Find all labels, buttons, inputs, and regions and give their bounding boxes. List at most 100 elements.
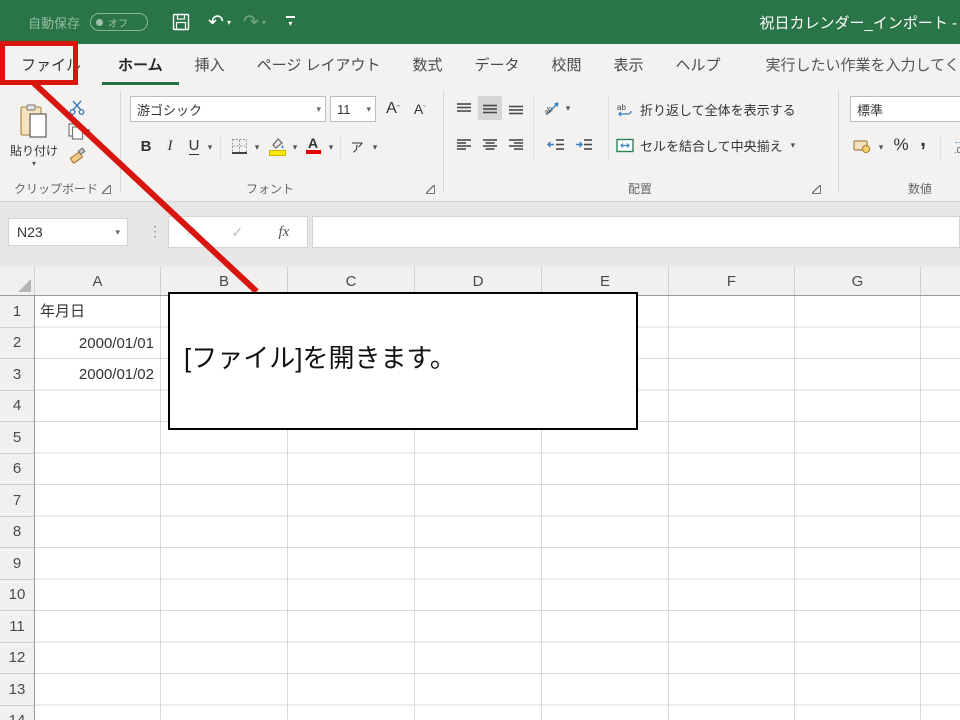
name-box[interactable]: N23 ▾ <box>8 218 128 246</box>
orientation-button[interactable]: ab ▾ <box>542 96 572 120</box>
underline-button[interactable]: U <box>184 134 204 158</box>
align-center-button[interactable] <box>478 132 502 156</box>
row-header-12[interactable]: 12 <box>0 643 34 674</box>
save-button[interactable] <box>172 13 190 31</box>
tab-page-layout[interactable]: ページ レイアウト <box>241 44 397 85</box>
column-header-d[interactable]: D <box>414 267 541 295</box>
row-header-7[interactable]: 7 <box>0 485 34 517</box>
scissors-icon <box>69 100 84 115</box>
font-color-button[interactable]: A <box>302 132 324 158</box>
tab-data[interactable]: データ <box>458 44 535 85</box>
autosave-toggle[interactable]: オフ <box>90 13 149 31</box>
font-size-combo[interactable]: 11 ▾ <box>330 96 376 122</box>
accounting-format-button[interactable] <box>850 134 874 158</box>
borders-dropdown-icon[interactable]: ▾ <box>250 138 262 156</box>
clipboard-dialog-launcher-icon[interactable] <box>102 185 111 194</box>
decrease-indent-button[interactable] <box>544 132 568 156</box>
column-header-c[interactable]: C <box>287 267 414 295</box>
font-name-dropdown-icon[interactable]: ▾ <box>316 104 321 115</box>
tab-formulas[interactable]: 数式 <box>396 44 458 85</box>
formula-input[interactable] <box>312 216 960 248</box>
accounting-dropdown-icon[interactable]: ▾ <box>874 138 886 156</box>
gridline <box>920 296 921 720</box>
formula-bar-resize-handle[interactable]: ⋮ <box>148 223 162 240</box>
row-header-2[interactable]: 2 <box>0 328 34 359</box>
enter-icon[interactable]: ✓ <box>231 224 243 241</box>
align-bottom-button[interactable] <box>504 96 528 120</box>
align-middle-icon <box>483 104 497 113</box>
column-header-e[interactable]: E <box>541 267 668 295</box>
select-all-button[interactable] <box>0 267 35 295</box>
row-header-14[interactable]: 14 <box>0 706 34 720</box>
paste-clipboard-icon <box>20 104 47 138</box>
orientation-dropdown-icon[interactable]: ▾ <box>566 103 571 114</box>
row-header-4[interactable]: 4 <box>0 391 34 422</box>
insert-function-button[interactable]: fx <box>278 224 289 241</box>
row-header-13[interactable]: 13 <box>0 674 34 706</box>
align-middle-button[interactable] <box>478 96 502 120</box>
fill-color-button[interactable] <box>266 134 288 158</box>
increase-font-size-button[interactable]: Aˆ <box>381 98 405 120</box>
tab-insert[interactable]: 挿入 <box>179 44 241 85</box>
tab-help[interactable]: ヘルプ <box>660 44 737 85</box>
merge-center-icon <box>616 138 634 152</box>
underline-dropdown-icon[interactable]: ▾ <box>203 138 215 156</box>
column-header-f[interactable]: F <box>668 267 794 295</box>
percent-style-button[interactable]: % <box>890 132 912 158</box>
fill-color-dropdown-icon[interactable]: ▾ <box>288 138 300 156</box>
cell-a3[interactable]: 2000/01/02 <box>36 359 154 390</box>
increase-decimal-icon: ←0 <box>953 136 960 146</box>
bold-button[interactable]: B <box>136 134 156 158</box>
format-painter-button[interactable] <box>66 145 88 165</box>
tell-me-search[interactable]: 実行したい作業を入力してくださ <box>757 44 960 85</box>
cell-a2[interactable]: 2000/01/01 <box>36 328 154 359</box>
font-color-dropdown-icon[interactable]: ▾ <box>324 138 336 156</box>
phonetic-guide-button[interactable]: ア <box>346 134 368 158</box>
redo-dropdown-icon: ▾ <box>261 17 266 27</box>
number-group-label: 数値 <box>907 182 932 196</box>
column-header-b[interactable]: B <box>160 267 287 295</box>
undo-dropdown-icon[interactable]: ▾ <box>227 18 231 27</box>
row-header-10[interactable]: 10 <box>0 580 34 611</box>
number-format-combo[interactable]: 標準 <box>850 96 960 122</box>
increase-decimal-button[interactable]: ←0 .00 <box>945 134 960 158</box>
merge-dropdown-icon[interactable]: ▾ <box>791 140 796 151</box>
tab-home[interactable]: ホーム <box>102 44 179 85</box>
redo-button[interactable]: ↷ ▾ <box>243 13 266 32</box>
row-header-3[interactable]: 3 <box>0 359 34 391</box>
row-header-9[interactable]: 9 <box>0 548 34 580</box>
column-header-a[interactable]: A <box>35 267 160 295</box>
comma-style-button[interactable]: , <box>914 127 932 153</box>
name-box-dropdown-icon[interactable]: ▾ <box>115 227 127 238</box>
fill-bucket-icon <box>271 137 283 149</box>
row-header-8[interactable]: 8 <box>0 517 34 548</box>
column-header-h[interactable] <box>920 267 960 295</box>
customize-quick-access-button[interactable]: ▾ <box>285 16 295 28</box>
tab-view[interactable]: 表示 <box>598 44 660 85</box>
currency-icon <box>853 140 871 154</box>
align-left-button[interactable] <box>452 132 476 156</box>
alignment-dialog-launcher-icon[interactable] <box>812 185 821 194</box>
align-right-button[interactable] <box>504 132 528 156</box>
cell-a1[interactable]: 年月日 <box>36 296 158 327</box>
align-top-button[interactable] <box>452 96 476 120</box>
row-header-1[interactable]: 1 <box>0 296 34 328</box>
increase-indent-button[interactable] <box>572 132 596 156</box>
decrease-font-size-button[interactable]: Aˇ <box>408 98 432 120</box>
column-header-g[interactable]: G <box>794 267 920 295</box>
wrap-text-button[interactable]: ab 折り返して全体を表示する <box>616 96 828 122</box>
borders-button[interactable] <box>228 136 250 156</box>
tab-review[interactable]: 校閲 <box>536 44 598 85</box>
paste-dropdown-icon[interactable]: ▾ <box>32 159 36 168</box>
row-header-11[interactable]: 11 <box>0 611 34 643</box>
font-name-combo[interactable]: 游ゴシック ▾ <box>130 96 326 122</box>
row-header-5[interactable]: 5 <box>0 422 34 454</box>
increase-decimal-zeros: .00 <box>954 145 960 155</box>
phonetic-dropdown-icon[interactable]: ▾ <box>368 138 380 156</box>
row-header-6[interactable]: 6 <box>0 454 34 485</box>
italic-button[interactable]: I <box>160 134 180 158</box>
font-dialog-launcher-icon[interactable] <box>426 185 435 194</box>
undo-button[interactable]: ↶ ▾ <box>208 13 231 32</box>
font-size-dropdown-icon[interactable]: ▾ <box>366 104 371 115</box>
merge-center-button[interactable]: セルを結合して中央揃え ▾ <box>616 132 828 158</box>
